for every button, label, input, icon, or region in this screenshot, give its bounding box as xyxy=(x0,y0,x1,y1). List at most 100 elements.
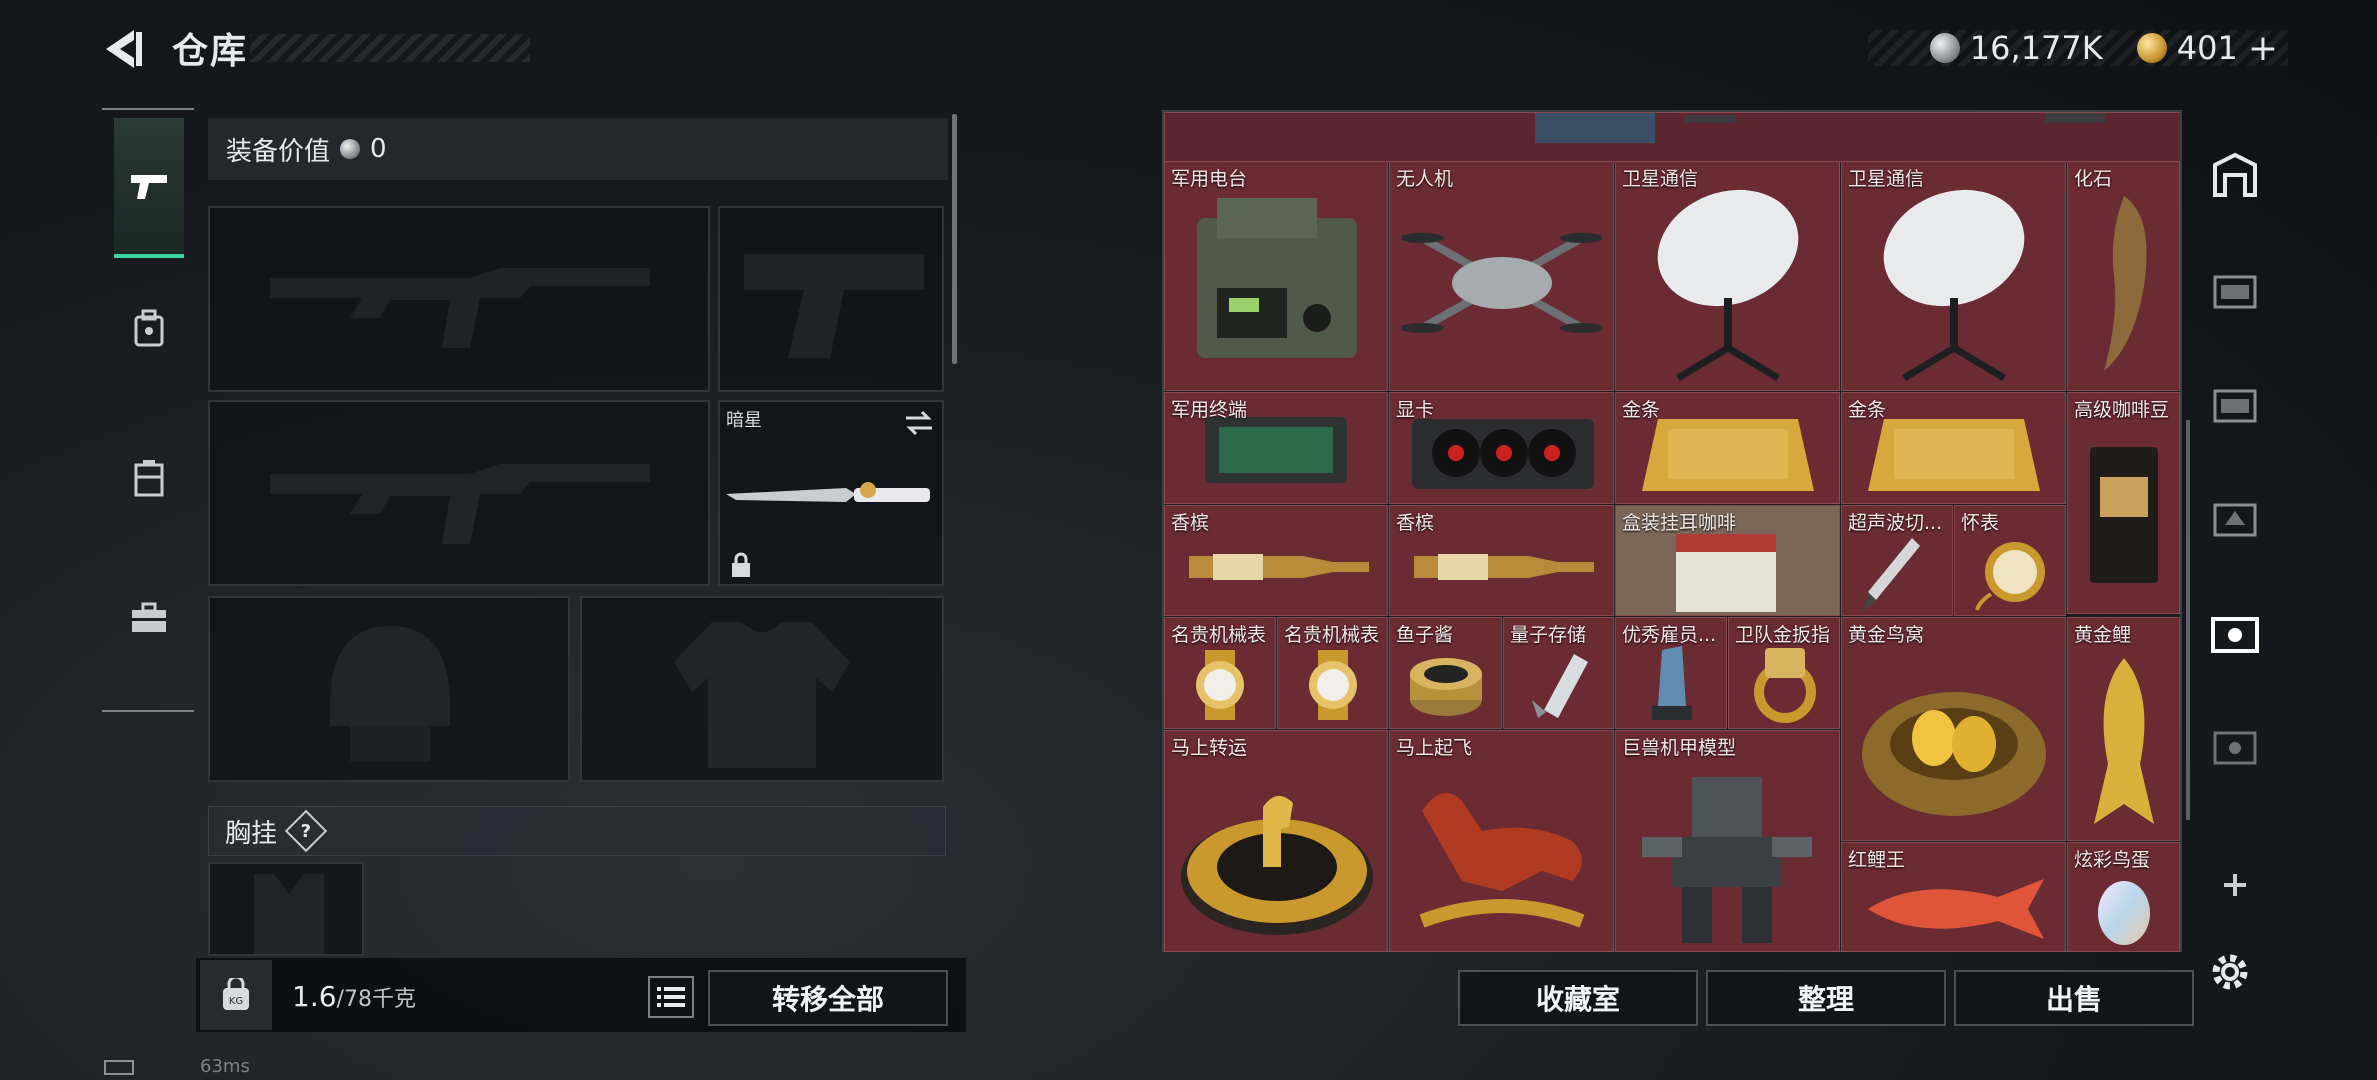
stash-scrollbar[interactable] xyxy=(2186,420,2190,820)
item-name: 名贵机械表 xyxy=(1284,624,1380,646)
back-button[interactable] xyxy=(100,26,146,72)
tab-stash-5[interactable] xyxy=(2208,604,2262,658)
stash-item[interactable]: 怀表 xyxy=(1954,505,2066,616)
chest-rig-header: 胸挂 ? xyxy=(208,806,946,856)
item-name: 显卡 xyxy=(1396,399,1435,421)
transfer-all-button[interactable]: 转移全部 xyxy=(708,970,948,1026)
crystal-trophy-icon xyxy=(1652,646,1692,720)
stash-item[interactable]: 名贵机械表 xyxy=(1164,617,1276,729)
storage-page-4-icon xyxy=(2213,731,2257,765)
gold-plus-button[interactable]: + xyxy=(2248,28,2278,69)
stash-item[interactable]: 名贵机械表 xyxy=(1277,617,1388,729)
fossil-tooth-icon xyxy=(2104,196,2147,371)
svg-text:KG: KG xyxy=(229,996,243,1007)
stash-item[interactable]: 巨兽机甲模型 xyxy=(1615,730,1840,952)
melee-slot[interactable]: 暗星 xyxy=(718,400,944,586)
stash-item[interactable]: 香槟 xyxy=(1164,505,1388,616)
organize-button[interactable]: 整理 xyxy=(1706,970,1946,1026)
silver-amount: 16,177K xyxy=(1969,29,2103,67)
item-name: 马上转运 xyxy=(1171,737,1248,759)
stash-item[interactable]: 显卡 xyxy=(1389,392,1614,504)
stash-item[interactable]: 黄金鸟窝 xyxy=(1841,617,2066,841)
add-stash-button[interactable] xyxy=(2208,858,2262,912)
item-name: 高级咖啡豆 xyxy=(2074,399,2170,421)
vault-icon xyxy=(2213,152,2257,197)
stash-item[interactable]: 优秀雇员... xyxy=(1615,617,1727,729)
battery-icon xyxy=(104,1060,134,1075)
secondary-weapon-slot[interactable] xyxy=(718,206,944,392)
tab-stash-main[interactable] xyxy=(2208,148,2262,202)
body-armor-silhouette-icon xyxy=(674,622,850,768)
item-name: 军用终端 xyxy=(1171,399,1248,421)
primary-weapon-slot[interactable] xyxy=(208,206,710,392)
stash-item[interactable]: 军用电台 xyxy=(1164,161,1388,391)
champagne-icon xyxy=(1189,554,1369,580)
swap-icon[interactable] xyxy=(904,410,934,436)
chest-rig-slot[interactable] xyxy=(208,862,364,956)
stash-item[interactable]: 卫星通信 xyxy=(1615,161,1840,391)
partial-items-icon xyxy=(1535,113,2105,143)
help-button[interactable]: ? xyxy=(284,809,328,853)
stash-page-tabs xyxy=(2200,128,2270,896)
stash-item[interactable]: 军用终端 xyxy=(1164,392,1388,504)
item-name: 巨兽机甲模型 xyxy=(1622,737,1737,759)
stash-item[interactable]: 黄金鲤 xyxy=(2067,617,2180,841)
secondary-rifle-slot[interactable] xyxy=(208,400,710,586)
stash-item[interactable]: 超声波切... xyxy=(1841,505,1953,616)
helmet-slot[interactable] xyxy=(208,596,570,782)
settings-button[interactable] xyxy=(2208,950,2258,1000)
stash-item[interactable]: 红鲤王 xyxy=(1841,842,2066,952)
stash-item[interactable]: 香槟 xyxy=(1389,505,1614,616)
item-name: 超声波切... xyxy=(1848,512,1943,534)
loadout-scrollbar[interactable] xyxy=(952,114,957,364)
red-horse-icon xyxy=(1419,793,1585,928)
stash-item[interactable]: 化石 xyxy=(2067,161,2180,391)
sell-button[interactable]: 出售 xyxy=(1954,970,2194,1026)
tab-vest[interactable] xyxy=(114,408,184,548)
gear-icon xyxy=(2212,954,2248,990)
golden-carp-icon xyxy=(2094,658,2154,824)
gold-coin-icon xyxy=(2136,33,2167,63)
capacity-readout: 1.6/78千克 xyxy=(292,980,416,1013)
storage-page-2-icon xyxy=(2213,503,2257,537)
capacity-current: 1.6 xyxy=(292,980,337,1013)
pistol-icon xyxy=(131,175,167,199)
silver-coin-icon xyxy=(340,139,361,159)
stash-item[interactable]: 盒装挂耳咖啡 xyxy=(1615,505,1840,616)
armor-slot[interactable] xyxy=(580,596,944,782)
gold-bar-icon xyxy=(1642,419,1814,491)
item-name: 黄金鲤 xyxy=(2074,624,2132,646)
red-carp-icon xyxy=(1868,879,2044,939)
title-decoration xyxy=(250,34,530,62)
tab-stash-2[interactable] xyxy=(2208,490,2262,544)
chest-rig-silhouette-icon xyxy=(254,874,324,954)
tab-case[interactable] xyxy=(114,548,184,688)
item-name: 香槟 xyxy=(1396,512,1435,534)
tab-stash-4[interactable] xyxy=(2208,718,2262,772)
list-view-button[interactable] xyxy=(648,976,694,1018)
stash-item[interactable]: 高级咖啡豆 xyxy=(2067,392,2180,614)
stash-item[interactable]: 马上起飞 xyxy=(1389,730,1614,952)
stash-item[interactable]: 金条 xyxy=(1615,392,1840,504)
list-icon xyxy=(657,987,685,1007)
currency-display: 16,177K 401 + xyxy=(1868,28,2288,69)
stash-item[interactable]: 金条 xyxy=(1841,392,2066,504)
weight-icon-button[interactable]: KG xyxy=(200,960,272,1030)
item-name: 卫队金扳指 xyxy=(1735,624,1831,646)
item-name: 鱼子酱 xyxy=(1396,624,1454,646)
item-name: 化石 xyxy=(2074,168,2113,190)
stash-item[interactable]: 卫星通信 xyxy=(1841,161,2066,391)
stash-item[interactable]: 马上转运 xyxy=(1164,730,1388,952)
rifle-silhouette-icon xyxy=(270,464,650,544)
stash-item[interactable]: 量子存储 xyxy=(1503,617,1614,729)
stash-item[interactable]: 无人机 xyxy=(1389,161,1614,391)
stash-item[interactable]: 鱼子酱 xyxy=(1389,617,1502,729)
stash-item[interactable]: 炫彩鸟蛋 xyxy=(2067,842,2180,952)
partial-row-items[interactable] xyxy=(1164,112,2180,162)
tab-stash-1[interactable] xyxy=(2208,262,2262,316)
stash-item[interactable]: 卫队金扳指 xyxy=(1728,617,1840,729)
collection-room-button[interactable]: 收藏室 xyxy=(1458,970,1698,1026)
tab-backpack[interactable] xyxy=(114,258,184,398)
tab-weapons[interactable] xyxy=(114,118,184,258)
tab-stash-3[interactable] xyxy=(2208,376,2262,430)
